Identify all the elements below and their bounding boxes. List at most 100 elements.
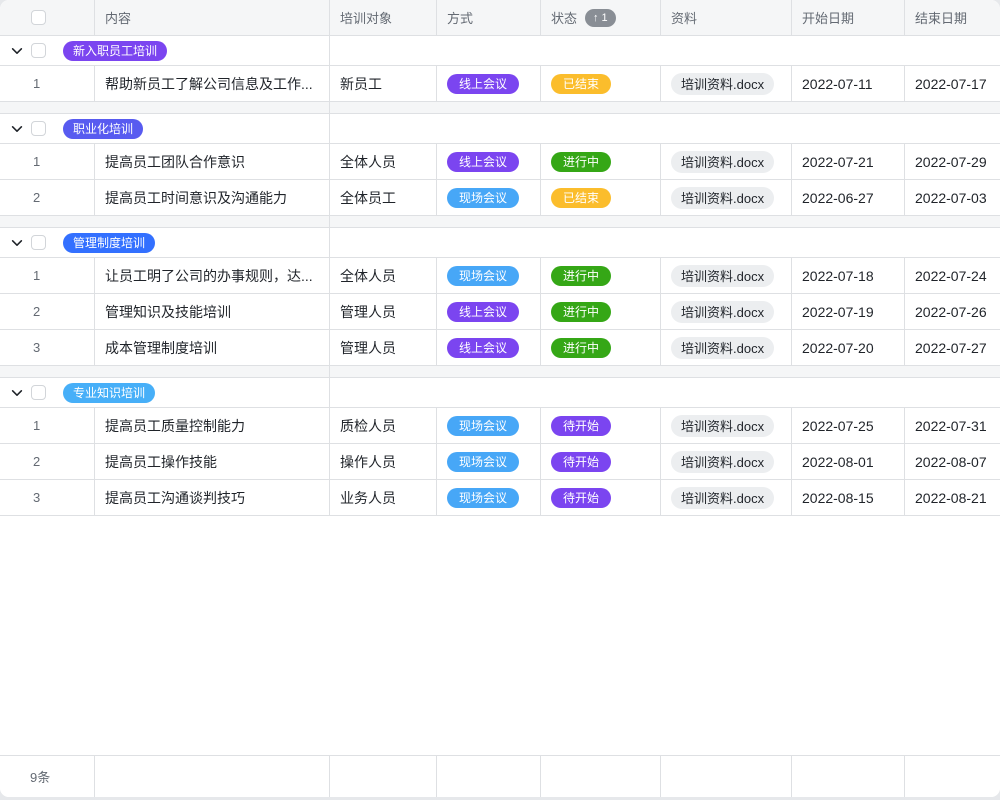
content-cell[interactable]: 提高员工团队合作意识 [95,144,330,179]
content-cell[interactable]: 提高员工时间意识及沟通能力 [95,180,330,215]
start-date-cell[interactable]: 2022-06-27 [792,180,905,215]
group-checkbox[interactable] [31,43,46,58]
file-chip[interactable]: 培训资料.docx [671,415,774,437]
chevron-down-icon[interactable] [10,236,24,250]
file-chip[interactable]: 培训资料.docx [671,73,774,95]
group-spacer [0,366,1000,378]
target-cell[interactable]: 全体人员 [330,144,437,179]
content-cell[interactable]: 管理知识及技能培训 [95,294,330,329]
content-cell[interactable]: 提高员工操作技能 [95,444,330,479]
end-date-cell[interactable]: 2022-07-31 [905,408,1000,443]
chevron-down-icon[interactable] [10,44,24,58]
file-cell[interactable]: 培训资料.docx [661,330,792,365]
chevron-down-icon[interactable] [10,122,24,136]
content-cell[interactable]: 提高员工质量控制能力 [95,408,330,443]
sort-badge[interactable]: ↑ 1 [585,9,616,27]
group-header-cell[interactable]: 职业化培训 [0,114,330,143]
start-date-cell[interactable]: 2022-07-19 [792,294,905,329]
file-chip[interactable]: 培训资料.docx [671,301,774,323]
file-chip[interactable]: 培训资料.docx [671,187,774,209]
status-cell[interactable]: 待开始 [541,480,661,515]
target-cell[interactable]: 全体人员 [330,258,437,293]
content-cell[interactable]: 成本管理制度培训 [95,330,330,365]
start-date-cell[interactable]: 2022-08-15 [792,480,905,515]
group-checkbox[interactable] [31,385,46,400]
target-cell[interactable]: 新员工 [330,66,437,101]
file-cell[interactable]: 培训资料.docx [661,258,792,293]
target-cell[interactable]: 管理人员 [330,330,437,365]
column-header-content[interactable]: 内容 [95,0,330,35]
column-header-start-date[interactable]: 开始日期 [792,0,905,35]
start-date-cell[interactable]: 2022-08-01 [792,444,905,479]
end-date-cell[interactable]: 2022-07-27 [905,330,1000,365]
column-header-target[interactable]: 培训对象 [330,0,437,35]
status-cell[interactable]: 进行中 [541,258,661,293]
method-cell[interactable]: 现场会议 [437,408,541,443]
file-chip[interactable]: 培训资料.docx [671,337,774,359]
target-cell[interactable]: 管理人员 [330,294,437,329]
start-date-cell[interactable]: 2022-07-20 [792,330,905,365]
group-header-cell[interactable]: 新入职员工培训 [0,36,330,65]
target-cell[interactable]: 质检人员 [330,408,437,443]
status-cell[interactable]: 进行中 [541,144,661,179]
end-date-cell[interactable]: 2022-07-26 [905,294,1000,329]
content-cell[interactable]: 帮助新员工了解公司信息及工作... [95,66,330,101]
status-cell[interactable]: 进行中 [541,294,661,329]
file-chip[interactable]: 培训资料.docx [671,265,774,287]
group-header-fill [330,114,1000,143]
status-cell[interactable]: 待开始 [541,444,661,479]
start-date-cell[interactable]: 2022-07-11 [792,66,905,101]
spacer-divider [329,216,330,227]
end-date-cell[interactable]: 2022-07-03 [905,180,1000,215]
group-header-cell[interactable]: 专业知识培训 [0,378,330,407]
end-date-cell[interactable]: 2022-07-29 [905,144,1000,179]
method-cell[interactable]: 线上会议 [437,66,541,101]
file-chip[interactable]: 培训资料.docx [671,487,774,509]
file-cell[interactable]: 培训资料.docx [661,444,792,479]
method-cell[interactable]: 现场会议 [437,180,541,215]
end-date-cell[interactable]: 2022-07-17 [905,66,1000,101]
target-cell[interactable]: 全体员工 [330,180,437,215]
end-date-cell[interactable]: 2022-08-07 [905,444,1000,479]
status-cell[interactable]: 进行中 [541,330,661,365]
column-header-status[interactable]: 状态 ↑ 1 [541,0,661,35]
select-all-checkbox[interactable] [31,10,46,25]
method-cell[interactable]: 线上会议 [437,294,541,329]
end-date-cell[interactable]: 2022-07-24 [905,258,1000,293]
content-cell[interactable]: 让员工明了公司的办事规则，达... [95,258,330,293]
file-cell[interactable]: 培训资料.docx [661,180,792,215]
status-pill: 待开始 [551,488,611,508]
method-cell[interactable]: 现场会议 [437,258,541,293]
start-date-cell[interactable]: 2022-07-25 [792,408,905,443]
content-cell[interactable]: 提高员工沟通谈判技巧 [95,480,330,515]
select-all-cell [0,0,95,35]
method-cell[interactable]: 线上会议 [437,330,541,365]
target-cell[interactable]: 操作人员 [330,444,437,479]
file-cell[interactable]: 培训资料.docx [661,294,792,329]
method-cell[interactable]: 现场会议 [437,480,541,515]
file-cell[interactable]: 培训资料.docx [661,408,792,443]
method-pill: 现场会议 [447,416,519,436]
status-cell[interactable]: 已结束 [541,66,661,101]
status-cell[interactable]: 待开始 [541,408,661,443]
file-cell[interactable]: 培训资料.docx [661,144,792,179]
group-checkbox[interactable] [31,235,46,250]
file-cell[interactable]: 培训资料.docx [661,66,792,101]
file-cell[interactable]: 培训资料.docx [661,480,792,515]
chevron-down-icon[interactable] [10,386,24,400]
group-checkbox[interactable] [31,121,46,136]
file-chip[interactable]: 培训资料.docx [671,451,774,473]
method-cell[interactable]: 线上会议 [437,144,541,179]
start-date-cell[interactable]: 2022-07-18 [792,258,905,293]
column-header-end-date[interactable]: 结束日期 [905,0,1000,35]
column-header-file[interactable]: 资料 [661,0,792,35]
group-header-cell[interactable]: 管理制度培训 [0,228,330,257]
target-cell[interactable]: 业务人员 [330,480,437,515]
file-chip[interactable]: 培训资料.docx [671,151,774,173]
column-header-method[interactable]: 方式 [437,0,541,35]
status-cell[interactable]: 已结束 [541,180,661,215]
group-name-badge: 管理制度培训 [63,233,155,253]
method-cell[interactable]: 现场会议 [437,444,541,479]
end-date-cell[interactable]: 2022-08-21 [905,480,1000,515]
start-date-cell[interactable]: 2022-07-21 [792,144,905,179]
